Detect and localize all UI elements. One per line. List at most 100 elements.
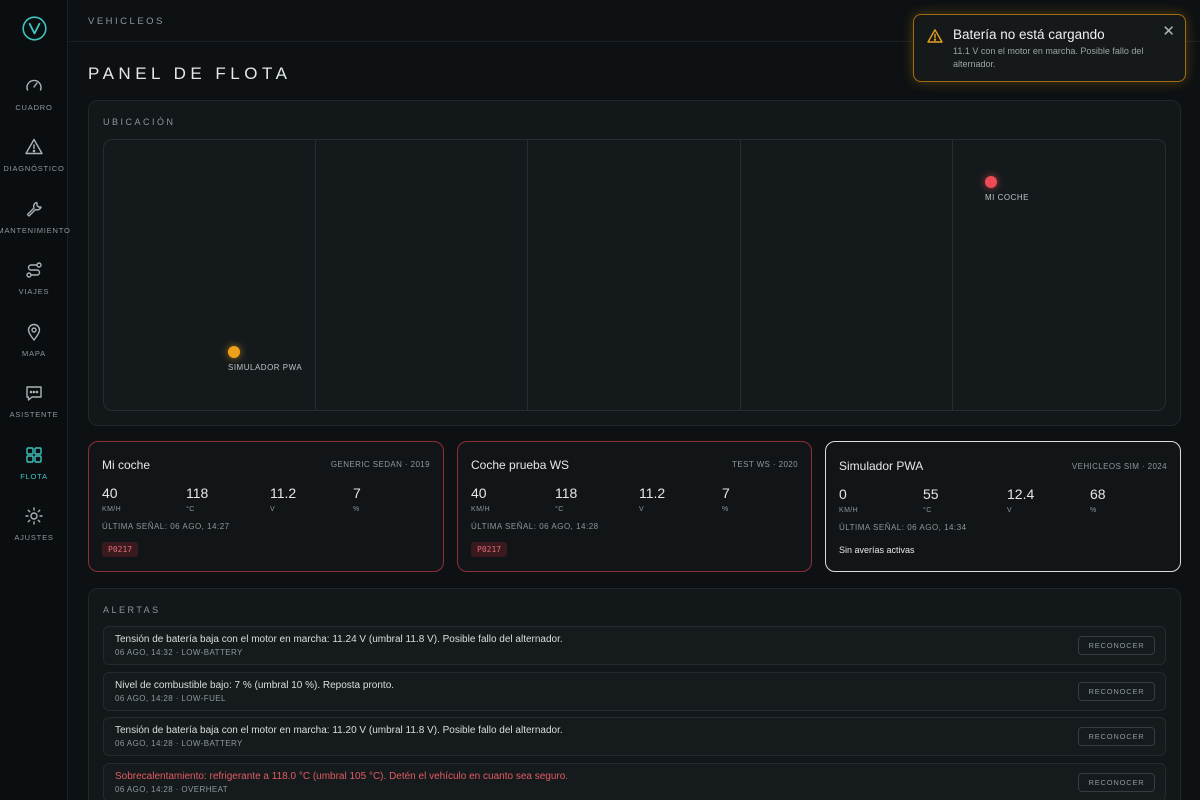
metric-voltage: 11.2 V xyxy=(639,485,665,513)
vehicle-model: GENERIC SEDAN · 2019 xyxy=(330,460,430,469)
map-marker-mi-coche[interactable] xyxy=(985,176,997,188)
alert-message: Tensión de batería baja con el motor en … xyxy=(115,725,563,736)
metric-fuel: 68 % xyxy=(1090,486,1106,514)
acknowledge-button[interactable]: RECONOCER xyxy=(1078,727,1155,746)
route-icon xyxy=(26,262,42,278)
alert-meta: 06 AGO, 14:28 · LOW-BATTERY xyxy=(115,739,243,748)
metric-value: 7 xyxy=(722,485,730,501)
acknowledge-button[interactable]: RECONOCER xyxy=(1078,773,1155,792)
sun-gear-icon xyxy=(25,507,43,525)
metric-unit: V xyxy=(1007,507,1013,514)
metric-voltage: 11.2 V xyxy=(270,485,296,513)
vehicle-name: Coche prueba WS xyxy=(471,458,570,472)
alert-item: Sobrecalentamiento: refrigerante a 118.0… xyxy=(103,763,1166,800)
alert-message: Tensión de batería baja con el motor en … xyxy=(115,634,563,645)
metric-unit: °C xyxy=(186,506,195,513)
fault-status: Sin averías activas xyxy=(839,545,915,555)
metric-value: 40 xyxy=(471,485,487,501)
grid-icon xyxy=(26,447,42,463)
vehicle-card-selected[interactable]: Simulador PWA VEHICLEOS SIM · 2024 0 KM/… xyxy=(825,441,1181,572)
metric-temp: 55 °C xyxy=(923,486,939,514)
metric-value: 11.2 xyxy=(270,485,297,501)
metric-temp: 118 °C xyxy=(555,485,577,513)
sidebar-item-label: AJUSTES xyxy=(14,533,54,542)
metric-value: 40 xyxy=(102,485,118,501)
sidebar: CUADRO DIAGNÓSTICO MANTENIMIENTO VIAJES … xyxy=(0,0,71,800)
metric-value: 7 xyxy=(353,485,361,501)
metric-value: 11.2 xyxy=(639,485,666,501)
sidebar-item-label: ASISTENTE xyxy=(9,410,59,419)
sidebar-item-diagnostico[interactable]: DIAGNÓSTICO xyxy=(0,137,68,187)
acknowledge-button[interactable]: RECONOCER xyxy=(1078,636,1155,655)
map-marker-simulador-pwa[interactable] xyxy=(228,346,240,358)
metric-unit: % xyxy=(722,506,729,513)
alert-item: Tensión de batería baja con el motor en … xyxy=(103,717,1166,756)
vehicle-name: Simulador PWA xyxy=(839,459,924,473)
sidebar-item-ajustes[interactable]: AJUSTES xyxy=(0,506,68,556)
acknowledge-button[interactable]: RECONOCER xyxy=(1078,682,1155,701)
warning-icon xyxy=(25,138,43,155)
vehicle-model: TEST WS · 2020 xyxy=(732,460,798,469)
map-marker-label: SIMULADOR PWA xyxy=(228,363,303,372)
sidebar-item-label: MANTENIMIENTO xyxy=(0,226,71,235)
brand-name: VEHICLEOS xyxy=(88,16,165,27)
sidebar-item-viajes[interactable]: VIAJES xyxy=(0,260,68,310)
vehicle-name: Mi coche xyxy=(102,458,151,472)
sidebar-item-label: MAPA xyxy=(22,349,46,358)
metric-value: 118 xyxy=(186,485,209,501)
chat-icon xyxy=(26,386,42,401)
metric-unit: °C xyxy=(555,506,564,513)
wrench-icon xyxy=(26,201,42,217)
metric-value: 68 xyxy=(1090,486,1106,502)
metric-speed: 0 KM/H xyxy=(839,486,858,514)
last-signal: ÚLTIMA SEÑAL: 06 AGO, 14:34 xyxy=(839,523,967,532)
sidebar-item-flota[interactable]: FLOTA xyxy=(0,445,68,495)
sidebar-item-label: VIAJES xyxy=(18,287,50,296)
vehicle-card[interactable]: Mi coche GENERIC SEDAN · 2019 40 KM/H 11… xyxy=(88,441,444,572)
metric-unit: °C xyxy=(923,507,932,514)
last-signal: ÚLTIMA SEÑAL: 06 AGO, 14:28 xyxy=(471,522,599,531)
metric-value: 12.4 xyxy=(1007,486,1035,502)
metric-unit: % xyxy=(353,506,360,513)
metric-speed: 40 KM/H xyxy=(102,485,121,513)
metric-value: 0 xyxy=(839,486,847,502)
map-pin-icon xyxy=(27,323,41,342)
page-title: PANEL DE FLOTA xyxy=(88,64,292,83)
vehicle-model: VEHICLEOS SIM · 2024 xyxy=(1071,462,1167,471)
gauge-icon xyxy=(26,79,42,91)
metric-unit: KM/H xyxy=(102,506,122,513)
close-icon[interactable]: ✕ xyxy=(1162,24,1175,39)
map-grid-line xyxy=(740,140,741,410)
fault-code-badge[interactable]: P0217 xyxy=(102,542,139,557)
sidebar-item-cuadro[interactable]: CUADRO xyxy=(0,76,68,126)
sidebar-item-mantenimiento[interactable]: MANTENIMIENTO xyxy=(0,199,71,249)
toast-title: Batería no está cargando xyxy=(953,27,1105,42)
alert-message: Sobrecalentamiento: refrigerante a 118.0… xyxy=(115,771,569,782)
map-marker-label: MI COCHE xyxy=(985,193,1029,202)
alert-meta: 06 AGO, 14:28 · OVERHEAT xyxy=(115,785,229,794)
alert-item: Tensión de batería baja con el motor en … xyxy=(103,626,1166,665)
metric-voltage: 12.4 V xyxy=(1007,486,1034,514)
fault-code-badge[interactable]: P0217 xyxy=(471,542,508,557)
location-panel: UBICACIÓN MI COCHE SIMULADOR PWA xyxy=(88,100,1181,426)
sidebar-item-label: FLOTA xyxy=(20,472,48,481)
metric-unit: KM/H xyxy=(839,507,859,514)
metric-unit: % xyxy=(1090,507,1097,514)
location-panel-title: UBICACIÓN xyxy=(103,117,176,127)
alerts-panel-title: ALERTAS xyxy=(103,605,161,615)
app-logo[interactable] xyxy=(22,16,47,41)
warning-icon xyxy=(927,29,943,43)
sidebar-item-asistente[interactable]: ASISTENTE xyxy=(0,383,68,433)
metric-fuel: 7 % xyxy=(722,485,730,513)
alert-meta: 06 AGO, 14:28 · LOW-FUEL xyxy=(115,694,226,703)
sidebar-item-mapa[interactable]: MAPA xyxy=(0,322,68,372)
metric-temp: 118 °C xyxy=(186,485,208,513)
metric-speed: 40 KM/H xyxy=(471,485,490,513)
sidebar-item-label: CUADRO xyxy=(15,103,53,112)
vehicle-card[interactable]: Coche prueba WS TEST WS · 2020 40 KM/H 1… xyxy=(457,441,812,572)
last-signal: ÚLTIMA SEÑAL: 06 AGO, 14:27 xyxy=(102,522,230,531)
map-grid-line xyxy=(952,140,953,410)
map-grid-line xyxy=(527,140,528,410)
map-grid-line xyxy=(315,140,316,410)
fleet-map[interactable]: MI COCHE SIMULADOR PWA xyxy=(103,139,1166,411)
